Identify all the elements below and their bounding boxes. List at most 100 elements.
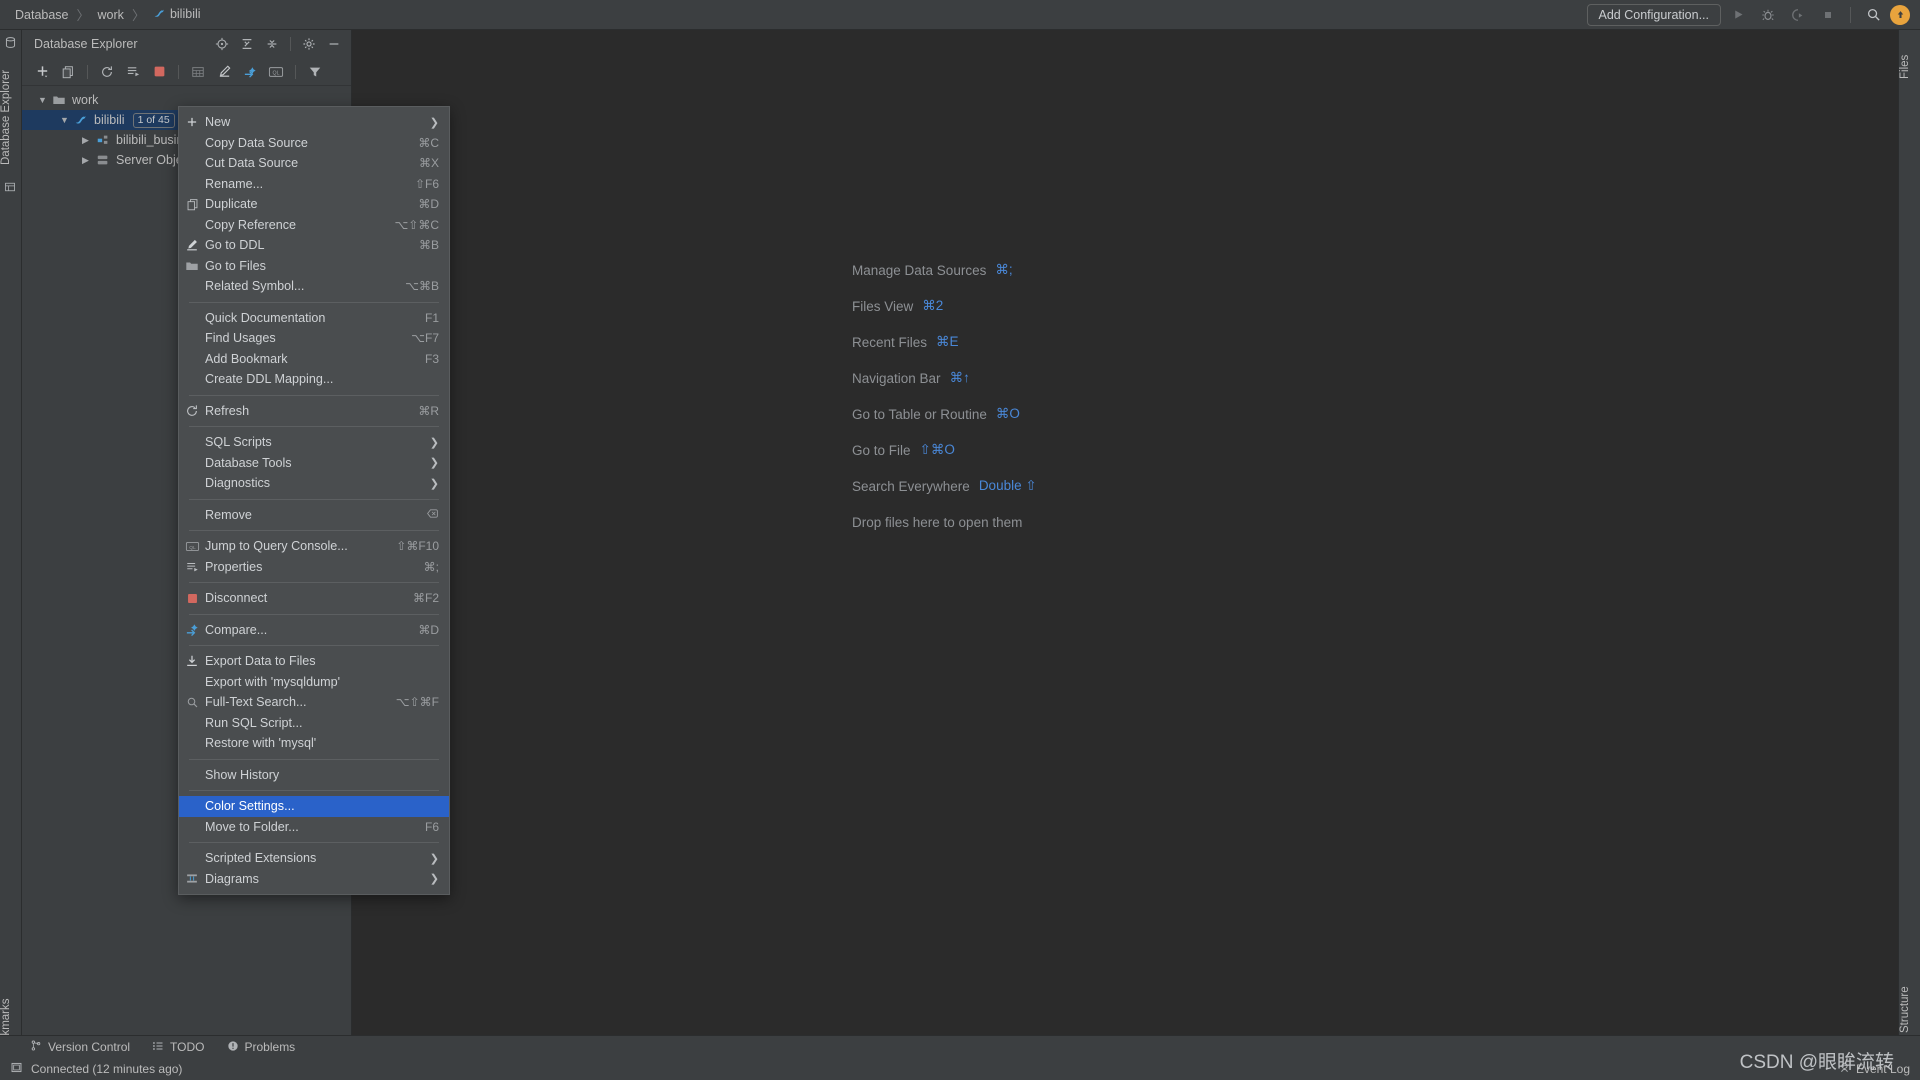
- chevron-right-icon[interactable]: ▶: [82, 155, 96, 166]
- menu-item-compare[interactable]: Compare... ⌘D: [179, 620, 449, 641]
- welcome-label: Go to Table or Routine: [852, 406, 987, 422]
- status-message: Connected (12 minutes ago): [31, 1062, 183, 1076]
- menu-separator: [189, 301, 439, 303]
- event-log-label[interactable]: Event Log: [1856, 1062, 1910, 1076]
- query-console-icon: QL: [179, 540, 205, 553]
- menu-item-copy-data-source[interactable]: Copy Data Source ⌘C: [179, 133, 449, 154]
- debug-icon[interactable]: [1755, 3, 1781, 27]
- menu-item-properties[interactable]: Properties ⌘;: [179, 557, 449, 578]
- compare-icon[interactable]: [238, 61, 262, 83]
- menu-item-label: Restore with 'mysql': [205, 736, 317, 751]
- menu-item-related-symbol[interactable]: Related Symbol... ⌥⌘B: [179, 276, 449, 297]
- welcome-row[interactable]: Go to Table or Routine ⌘O: [852, 396, 1037, 432]
- menu-item-go-to-ddl[interactable]: Go to DDL ⌘B: [179, 235, 449, 256]
- tool-window-problems[interactable]: Problems: [227, 1040, 295, 1055]
- menu-item-label: Color Settings...: [205, 799, 295, 814]
- menu-item-label: Diagrams: [205, 871, 259, 886]
- hide-panel-icon[interactable]: [323, 33, 345, 55]
- context-menu: New ❯ Copy Data Source ⌘C Cut Data Sourc…: [178, 106, 450, 895]
- welcome-shortcut: ⌘2: [922, 298, 944, 313]
- run-icon[interactable]: [1725, 3, 1751, 27]
- menu-item-database-tools[interactable]: Database Tools ❯: [179, 453, 449, 474]
- menu-item-label: SQL Scripts: [205, 435, 272, 450]
- update-available-icon[interactable]: [1890, 4, 1910, 25]
- stop-red-icon[interactable]: [147, 61, 171, 83]
- breadcrumb: Database 〉 work 〉 bilibili: [0, 5, 206, 25]
- settings-gear-icon[interactable]: [298, 33, 320, 55]
- menu-item-shortcut: ⌘X: [418, 156, 439, 171]
- menu-item-export-with-mysqldump[interactable]: Export with 'mysqldump': [179, 672, 449, 693]
- stop-icon[interactable]: [1815, 3, 1841, 27]
- welcome-row[interactable]: Search Everywhere Double ⇧: [852, 468, 1037, 504]
- menu-item-new[interactable]: New ❯: [179, 112, 449, 133]
- menu-item-jump-to-query-console[interactable]: QL Jump to Query Console... ⇧⌘F10: [179, 536, 449, 557]
- menu-item-label: Run SQL Script...: [205, 715, 303, 730]
- chevron-down-icon[interactable]: ▼: [60, 115, 74, 125]
- menu-item-restore-with-mysql[interactable]: Restore with 'mysql': [179, 733, 449, 754]
- refresh-icon[interactable]: [95, 61, 119, 83]
- welcome-shortcut: ⌘;: [995, 262, 1013, 277]
- welcome-row[interactable]: Go to File ⇧⌘O: [852, 432, 1037, 468]
- welcome-row[interactable]: Files View ⌘2: [852, 288, 1037, 324]
- chevron-right-icon[interactable]: ▶: [82, 135, 96, 146]
- menu-item-refresh[interactable]: Refresh ⌘R: [179, 401, 449, 422]
- menu-item-diagrams[interactable]: Diagrams ❯: [179, 869, 449, 890]
- mysql-dolphin-icon: [153, 7, 166, 23]
- menu-item-cut-data-source[interactable]: Cut Data Source ⌘X: [179, 153, 449, 174]
- menu-item-move-to-folder[interactable]: Move to Folder... F6: [179, 817, 449, 838]
- collapse-all-icon[interactable]: [261, 33, 283, 55]
- welcome-row[interactable]: Recent Files ⌘E: [852, 324, 1037, 360]
- query-console-icon[interactable]: QL: [264, 61, 288, 83]
- stop-red-icon: [179, 593, 205, 604]
- tool-window-version-control[interactable]: Version Control: [30, 1039, 130, 1055]
- add-configuration-button[interactable]: Add Configuration...: [1586, 3, 1721, 26]
- menu-item-color-settings[interactable]: Color Settings...: [179, 796, 449, 817]
- run-with-coverage-icon[interactable]: [1785, 3, 1811, 27]
- menu-item-remove[interactable]: Remove: [179, 505, 449, 526]
- breadcrumb-item-work[interactable]: work: [93, 6, 129, 24]
- tool-window-todo[interactable]: TODO: [152, 1040, 205, 1055]
- copy-icon[interactable]: [56, 61, 80, 83]
- menu-item-export-data-to-files[interactable]: Export Data to Files: [179, 651, 449, 672]
- welcome-row[interactable]: Navigation Bar ⌘↑: [852, 360, 1037, 396]
- menu-item-find-usages[interactable]: Find Usages ⌥F7: [179, 328, 449, 349]
- menu-item-disconnect[interactable]: Disconnect ⌘F2: [179, 588, 449, 609]
- sql-script-icon[interactable]: [121, 61, 145, 83]
- menu-item-run-sql-script[interactable]: Run SQL Script...: [179, 713, 449, 734]
- menu-item-quick-documentation[interactable]: Quick Documentation F1: [179, 308, 449, 329]
- menu-item-rename[interactable]: Rename... ⇧F6: [179, 174, 449, 195]
- menu-item-scripted-extensions[interactable]: Scripted Extensions ❯: [179, 848, 449, 869]
- chevron-down-icon[interactable]: ▼: [38, 95, 52, 105]
- locate-icon[interactable]: [211, 33, 233, 55]
- chevron-right-icon: ❯: [429, 477, 439, 490]
- search-icon[interactable]: [1860, 3, 1886, 27]
- menu-item-create-ddl-mapping[interactable]: Create DDL Mapping...: [179, 369, 449, 390]
- menu-item-copy-reference[interactable]: Copy Reference ⌥⇧⌘C: [179, 215, 449, 236]
- status-bar-right[interactable]: Event Log: [1838, 1061, 1910, 1077]
- expand-all-icon[interactable]: [236, 33, 258, 55]
- filter-icon[interactable]: [303, 61, 327, 83]
- menu-item-show-history[interactable]: Show History: [179, 765, 449, 786]
- menu-item-shortcut: ⌘B: [418, 238, 439, 253]
- menu-item-sql-scripts[interactable]: SQL Scripts ❯: [179, 432, 449, 453]
- tree-node-label: bilibili_busin: [116, 133, 184, 147]
- menu-item-label: Export with 'mysqldump': [205, 674, 340, 689]
- menu-item-go-to-files[interactable]: Go to Files: [179, 256, 449, 277]
- mysql-dolphin-icon: [74, 113, 92, 127]
- edit-icon[interactable]: [212, 61, 236, 83]
- add-icon[interactable]: [30, 61, 54, 83]
- menu-item-duplicate[interactable]: Duplicate ⌘D: [179, 194, 449, 215]
- tree-node-label: work: [72, 93, 99, 107]
- breadcrumb-separator: 〉: [76, 8, 90, 23]
- menu-item-add-bookmark[interactable]: Add Bookmark F3: [179, 349, 449, 370]
- sidebar-item-database-explorer[interactable]: Database Explorer: [0, 52, 22, 182]
- table-icon[interactable]: [186, 61, 210, 83]
- menu-separator: [189, 426, 439, 427]
- menu-item-diagnostics[interactable]: Diagnostics ❯: [179, 473, 449, 494]
- breadcrumb-item-bilibili[interactable]: bilibili: [148, 5, 206, 25]
- welcome-row[interactable]: Manage Data Sources ⌘;: [852, 252, 1037, 288]
- sidebar-item-files[interactable]: Files: [1899, 42, 1920, 92]
- breadcrumb-item-database[interactable]: Database: [10, 6, 74, 24]
- menu-item-full-text-search[interactable]: Full-Text Search... ⌥⇧⌘F: [179, 692, 449, 713]
- folder-icon: [179, 259, 205, 273]
